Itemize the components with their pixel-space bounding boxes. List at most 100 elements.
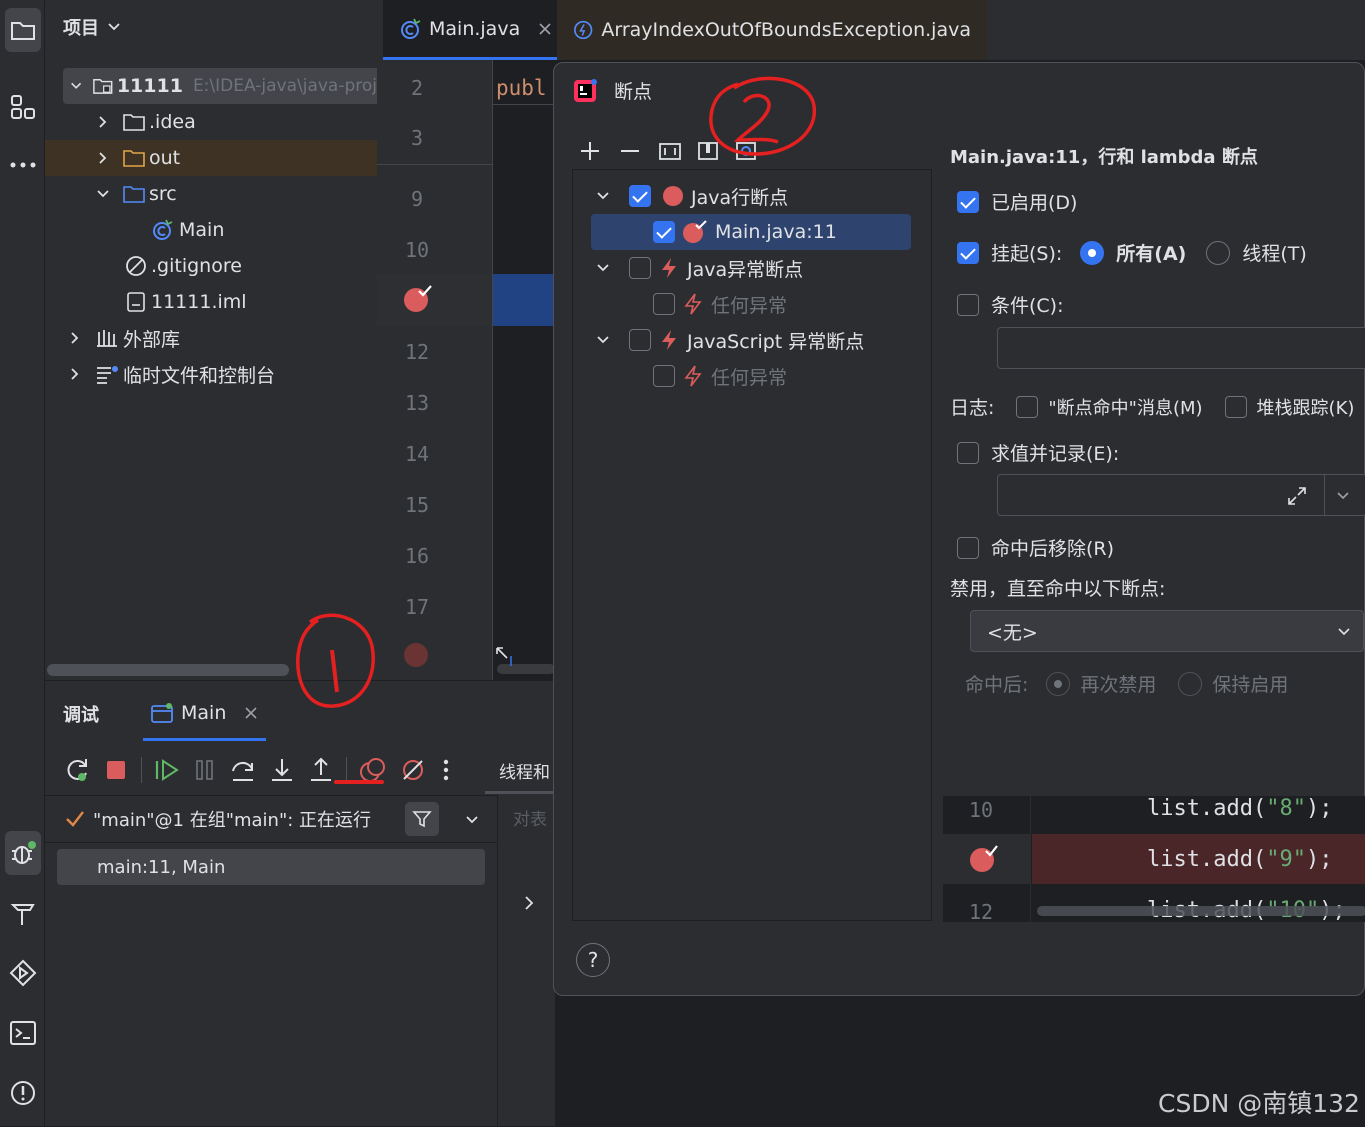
tab-exception-java[interactable]: ArrayIndexOutOfBoundsException.java <box>557 0 987 60</box>
code-preview: 10 list.add("8"); list.add("9"); 12 list… <box>943 796 1365 922</box>
tree-item-gitignore[interactable]: .gitignore <box>45 248 377 284</box>
field-divider <box>1324 475 1325 515</box>
evaluate-option[interactable]: 求值并记录(E): <box>957 439 1119 466</box>
remove-once-hit-option[interactable]: 命中后移除(R) <box>957 534 1114 561</box>
preview-scrollbar[interactable] <box>1037 906 1365 916</box>
remove-once-hit-checkbox[interactable] <box>957 536 979 559</box>
group-java-exception[interactable]: Java异常断点 <box>595 250 803 286</box>
evaluate-checkbox[interactable] <box>957 441 979 464</box>
disable-again-radio[interactable] <box>1046 671 1071 696</box>
chevron-right-icon <box>71 332 79 344</box>
tree-root[interactable]: 11111 E:\IDEA-java\java-proj <box>63 68 377 104</box>
evaluate-input[interactable] <box>997 474 1365 516</box>
group-js-exception[interactable]: JavaScript 异常断点 <box>595 322 864 358</box>
horizontal-scrollbar[interactable] <box>47 664 289 676</box>
tree-item-scratches[interactable]: 临时文件和控制台 <box>45 356 377 392</box>
dependency-select[interactable]: <无> <box>970 610 1364 652</box>
step-over-icon[interactable] <box>230 757 256 783</box>
more-tools-button[interactable] <box>0 140 45 190</box>
suspend-checkbox[interactable] <box>957 241 979 264</box>
add-icon[interactable] <box>578 139 602 163</box>
tab-main-java[interactable]: Main.java <box>383 0 569 60</box>
tree-item-out[interactable]: out <box>45 140 377 176</box>
run-tool-button[interactable] <box>0 948 45 998</box>
filter-button[interactable] <box>405 802 439 836</box>
mute-breakpoints-icon[interactable] <box>401 758 425 782</box>
group-label: Java行断点 <box>691 186 789 209</box>
chevron-right-icon[interactable] <box>523 895 535 911</box>
rerun-icon[interactable] <box>65 757 91 783</box>
breakpoint-hit-icon[interactable] <box>404 285 432 313</box>
group-java-line[interactable]: Java行断点 <box>595 178 788 214</box>
debug-session-tab[interactable]: Main <box>143 687 267 741</box>
enabled-option[interactable]: 已启用(D) <box>957 188 1077 215</box>
item-js-any-exception[interactable]: 任何异常 <box>653 358 787 394</box>
watermark: CSDN @南镇132 <box>1158 1089 1360 1118</box>
line-number: 17 <box>404 595 430 619</box>
problems-tool-button[interactable] <box>0 1068 45 1118</box>
tree-item-label: src <box>149 183 177 205</box>
chevron-down-icon <box>597 336 609 344</box>
help-button[interactable]: ? <box>576 943 610 977</box>
line-number: 2 <box>410 76 424 100</box>
condition-input[interactable] <box>997 327 1365 369</box>
suspend-thread-radio[interactable] <box>1206 240 1231 265</box>
log-stack-checkbox[interactable] <box>1224 395 1247 418</box>
chevron-down-icon[interactable] <box>465 813 479 827</box>
item-main-java-11[interactable]: Main.java:11 <box>591 214 911 250</box>
item-checkbox[interactable] <box>653 221 675 243</box>
condition-checkbox[interactable] <box>957 293 979 316</box>
log-message-checkbox[interactable] <box>1016 395 1039 418</box>
resume-icon[interactable] <box>154 757 180 783</box>
suspend-all-radio[interactable] <box>1080 240 1105 265</box>
thread-status: "main"@1 在组"main": 正在运行 <box>93 810 372 831</box>
item-checkbox[interactable] <box>653 293 675 315</box>
tree-item-label: out <box>149 147 181 169</box>
root-path: E:\IDEA-java\java-proj <box>192 76 377 96</box>
group-by-file-icon[interactable] <box>658 139 682 163</box>
step-into-icon[interactable] <box>269 757 295 783</box>
item-java-any-exception[interactable]: 任何异常 <box>653 286 787 322</box>
view-breakpoints-icon[interactable] <box>359 757 387 783</box>
breakpoint-muted-icon[interactable] <box>404 643 428 667</box>
keep-enabled-radio[interactable] <box>1178 671 1203 696</box>
group-by-package-icon[interactable] <box>696 139 720 163</box>
stack-frame[interactable]: main:11, Main <box>57 849 485 885</box>
project-header[interactable]: 项目 <box>63 14 121 40</box>
chevron-right-icon <box>99 152 107 164</box>
close-icon[interactable] <box>538 22 552 36</box>
log-stack-label: 堆栈跟踪(K) <box>1256 397 1355 419</box>
line-number: 9 <box>410 187 424 211</box>
step-out-icon[interactable] <box>308 757 334 783</box>
expand-icon[interactable] <box>1286 485 1308 507</box>
suspend-option[interactable]: 挂起(S): 所有(A) 线程(T) <box>957 239 1307 266</box>
group-checkbox[interactable] <box>629 329 651 351</box>
build-tool-button[interactable] <box>0 888 45 938</box>
item-checkbox[interactable] <box>653 365 675 387</box>
suspend-thread-label: 线程(T) <box>1242 243 1307 265</box>
tree-item-iml[interactable]: 11111.iml <box>45 284 377 320</box>
chevron-down-icon[interactable] <box>1336 489 1350 503</box>
stop-icon[interactable] <box>105 759 127 781</box>
tree-item-external-libraries[interactable]: 外部库 <box>45 320 377 356</box>
project-tool-button[interactable] <box>0 5 45 55</box>
tree-item-main[interactable]: Main <box>45 212 377 248</box>
thread-selector[interactable]: "main"@1 在组"main": 正在运行 <box>45 795 497 843</box>
group-checkbox[interactable] <box>629 185 651 207</box>
threads-variables-tab[interactable]: 线程和 <box>499 758 550 783</box>
enabled-checkbox[interactable] <box>957 190 979 213</box>
exception-breakpoint-icon <box>684 293 702 315</box>
more-vertical-icon[interactable] <box>443 759 449 781</box>
tree-item-idea[interactable]: .idea <box>45 104 377 140</box>
pause-icon[interactable] <box>194 758 216 782</box>
terminal-tool-button[interactable] <box>0 1008 45 1058</box>
group-by-class-icon[interactable] <box>734 139 758 163</box>
remove-icon[interactable] <box>618 139 642 163</box>
close-icon[interactable] <box>244 706 258 720</box>
tree-item-src[interactable]: src <box>45 176 377 212</box>
debug-tool-button[interactable] <box>0 828 45 878</box>
group-checkbox[interactable] <box>629 257 651 279</box>
group-label: JavaScript 异常断点 <box>687 330 865 353</box>
structure-tool-button[interactable] <box>0 82 45 132</box>
condition-option[interactable]: 条件(C): <box>957 291 1064 318</box>
